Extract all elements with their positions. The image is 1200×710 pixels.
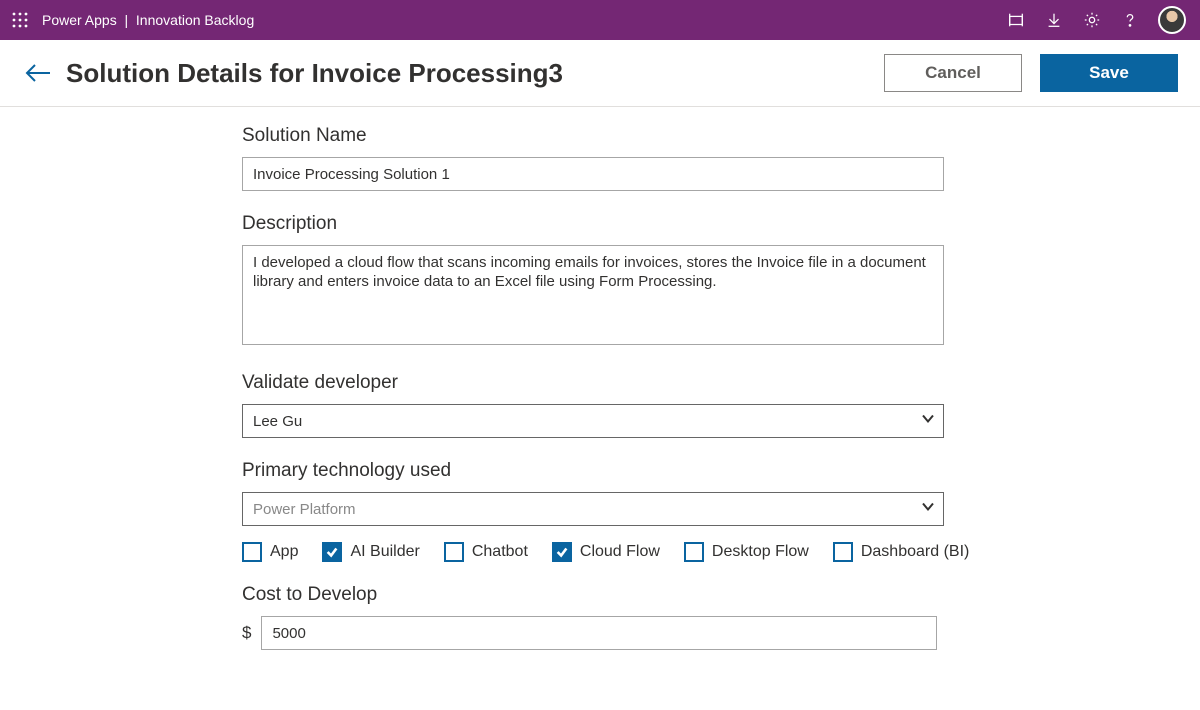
checkbox-chatbot[interactable]: Chatbot [444, 542, 528, 562]
checkbox-label: Desktop Flow [712, 543, 809, 561]
page-header: Solution Details for Invoice Processing3… [0, 40, 1200, 107]
app-launcher-icon[interactable] [8, 8, 32, 32]
textarea-description[interactable]: I developed a cloud flow that scans inco… [242, 245, 944, 345]
checkbox-app[interactable]: App [242, 542, 298, 562]
form: Solution Name Description I developed a … [0, 107, 950, 650]
checkbox-box [322, 542, 342, 562]
checkbox-label: App [270, 543, 298, 561]
checkbox-label: AI Builder [350, 543, 419, 561]
save-button[interactable]: Save [1040, 54, 1178, 92]
checkbox-dashboard-bi[interactable]: Dashboard (BI) [833, 542, 970, 562]
global-topbar: Power Apps | Innovation Backlog [0, 0, 1200, 40]
select-primary-technology-value: Power Platform [253, 501, 356, 518]
label-validate-developer: Validate developer [242, 372, 950, 394]
checkbox-label: Chatbot [472, 543, 528, 561]
checkbox-cloud-flow[interactable]: Cloud Flow [552, 542, 660, 562]
select-validate-developer[interactable]: Lee Gu [242, 404, 944, 438]
checkbox-label: Dashboard (BI) [861, 543, 970, 561]
checkbox-ai-builder[interactable]: AI Builder [322, 542, 419, 562]
checkbox-label: Cloud Flow [580, 543, 660, 561]
field-description: Description I developed a cloud flow tha… [242, 213, 950, 350]
field-primary-technology: Primary technology used Power Platform A… [242, 460, 950, 562]
input-cost[interactable] [261, 616, 937, 650]
checkbox-box [833, 542, 853, 562]
download-icon[interactable] [1044, 10, 1064, 30]
app-breadcrumb: Power Apps | Innovation Backlog [42, 12, 254, 28]
select-validate-developer-value: Lee Gu [253, 413, 302, 430]
user-avatar[interactable] [1158, 6, 1186, 34]
checkbox-box [242, 542, 262, 562]
label-solution-name: Solution Name [242, 125, 950, 147]
select-primary-technology[interactable]: Power Platform [242, 492, 944, 526]
field-validate-developer: Validate developer Lee Gu [242, 372, 950, 438]
help-icon[interactable] [1120, 10, 1140, 30]
label-cost-to-develop: Cost to Develop [242, 584, 950, 606]
field-cost-to-develop: Cost to Develop $ [242, 584, 950, 650]
label-primary-technology: Primary technology used [242, 460, 950, 482]
checkbox-row: App AI Builder Chatbot Cloud Flow Deskto… [242, 542, 950, 562]
topbar-actions [1006, 6, 1192, 34]
checkbox-desktop-flow[interactable]: Desktop Flow [684, 542, 809, 562]
fit-icon[interactable] [1006, 10, 1026, 30]
back-arrow-icon[interactable] [22, 57, 54, 89]
input-solution-name[interactable] [242, 157, 944, 191]
checkbox-box [552, 542, 572, 562]
checkbox-box [684, 542, 704, 562]
gear-icon[interactable] [1082, 10, 1102, 30]
checkbox-box [444, 542, 464, 562]
label-description: Description [242, 213, 950, 235]
field-solution-name: Solution Name [242, 125, 950, 191]
page-title: Solution Details for Invoice Processing3 [66, 58, 563, 89]
cancel-button[interactable]: Cancel [884, 54, 1022, 92]
currency-symbol: $ [242, 623, 251, 643]
